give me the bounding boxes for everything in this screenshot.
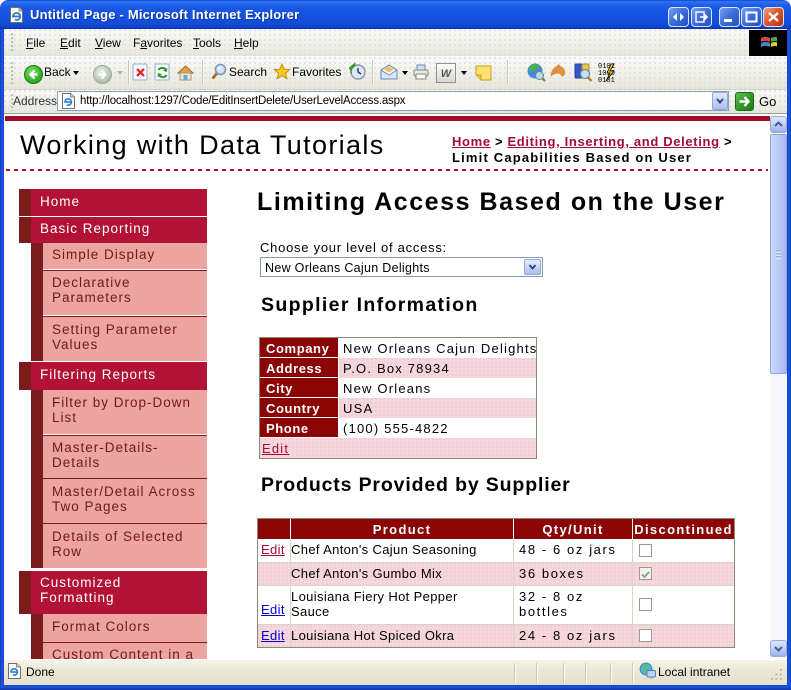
svg-text:W: W xyxy=(441,68,453,80)
